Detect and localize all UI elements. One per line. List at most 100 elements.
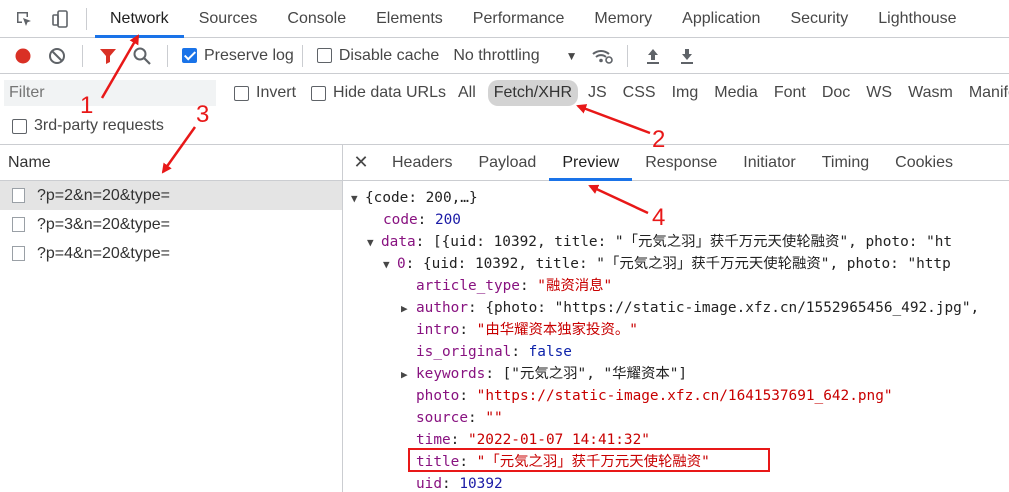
json-line-photo: photo: "https://static-image.xfz.cn/1641… xyxy=(416,388,893,404)
json-line-author[interactable]: ▶ author: {photo: "https://static-image.x… xyxy=(401,297,979,319)
tab-performance[interactable]: Performance xyxy=(458,0,580,38)
json-line-item0[interactable]: ▼ 0: {uid: 10392, title: "「元気之羽」获千万元天使轮融资… xyxy=(383,253,951,275)
import-har-icon[interactable] xyxy=(636,39,670,73)
json-value: "" xyxy=(485,410,503,426)
json-key: 0 xyxy=(397,256,406,272)
json-key: keywords xyxy=(416,366,486,382)
request-row[interactable]: ?p=4&n=20&type= xyxy=(0,239,342,268)
json-line-source: source: "" xyxy=(416,410,503,426)
json-line-data[interactable]: ▼ data: [{uid: 10392, title: "「元気之羽」获千万元天… xyxy=(367,231,952,253)
devtools-top-tabbar: Network Sources Console Elements Perform… xyxy=(0,0,1009,38)
details-tabbar: ✕ Headers Payload Preview Response Initi… xyxy=(343,145,1009,181)
invert-checkbox[interactable]: Invert xyxy=(234,84,296,102)
checkbox-unchecked[interactable] xyxy=(234,85,249,101)
filter-type-css[interactable]: CSS xyxy=(615,81,664,105)
json-key: source xyxy=(416,410,468,426)
device-toolbar-icon[interactable] xyxy=(42,0,78,38)
preserve-log-label: Preserve log xyxy=(204,46,294,64)
filter-type-img[interactable]: Img xyxy=(664,81,707,105)
inspect-element-icon[interactable] xyxy=(6,0,42,38)
tab-timing[interactable]: Timing xyxy=(809,145,882,181)
close-icon[interactable]: ✕ xyxy=(343,152,379,173)
throttling-select[interactable]: No throttling ▼ xyxy=(453,47,577,65)
file-icon xyxy=(12,188,25,203)
tab-security[interactable]: Security xyxy=(775,0,863,38)
json-key: time xyxy=(416,432,451,448)
filter-type-all[interactable]: All xyxy=(450,81,484,105)
json-value: "融资消息" xyxy=(537,278,613,294)
name-column-header[interactable]: Name xyxy=(0,145,342,181)
disable-cache-label: Disable cache xyxy=(338,46,440,64)
request-name: ?p=4&n=20&type= xyxy=(37,244,171,262)
disable-cache-checkbox[interactable]: Disable cache xyxy=(316,46,440,65)
tab-response[interactable]: Response xyxy=(632,145,730,181)
tab-memory[interactable]: Memory xyxy=(579,0,667,38)
expand-triangle-icon[interactable]: ▶ xyxy=(401,364,416,386)
annotation-3: 3 xyxy=(196,101,210,128)
filter-type-font[interactable]: Font xyxy=(766,81,814,105)
json-summary: {photo: "https://static-image.xfz.cn/155… xyxy=(485,300,980,316)
checkbox-unchecked[interactable] xyxy=(311,85,327,101)
tab-headers[interactable]: Headers xyxy=(379,145,465,181)
filter-type-manifest[interactable]: Manifest xyxy=(961,81,1009,105)
record-button[interactable] xyxy=(6,39,40,73)
tab-application[interactable]: Application xyxy=(667,0,775,38)
tab-lighthouse[interactable]: Lighthouse xyxy=(863,0,971,38)
json-line-article-type: article_type: "融资消息" xyxy=(416,278,613,294)
hide-data-urls-label: Hide data URLs xyxy=(333,84,446,101)
request-row[interactable]: ?p=2&n=20&type= xyxy=(0,181,342,210)
filter-input[interactable] xyxy=(4,80,216,106)
json-value: "由华耀资本独家投资。" xyxy=(476,322,638,338)
expand-triangle-icon[interactable]: ▼ xyxy=(351,188,365,210)
filter-type-ws[interactable]: WS xyxy=(858,81,900,105)
json-value: "https://static-image.xfz.cn/1641537691_… xyxy=(476,388,893,404)
invert-label: Invert xyxy=(256,84,297,101)
separator xyxy=(627,44,629,67)
tab-initiator[interactable]: Initiator xyxy=(730,145,808,181)
network-conditions-icon[interactable] xyxy=(585,39,619,73)
filter-type-media[interactable]: Media xyxy=(706,81,766,105)
search-icon[interactable] xyxy=(125,39,159,73)
annotation-1: 1 xyxy=(80,92,94,119)
file-icon xyxy=(12,246,25,261)
expand-triangle-icon[interactable]: ▼ xyxy=(383,254,397,276)
tab-payload[interactable]: Payload xyxy=(465,145,549,181)
json-line-is-original: is_original: false xyxy=(416,344,572,360)
export-har-icon[interactable] xyxy=(670,39,704,73)
checkbox-unchecked[interactable] xyxy=(12,118,27,134)
tab-elements[interactable]: Elements xyxy=(361,0,458,38)
clear-icon[interactable] xyxy=(40,39,74,73)
network-toolbar: Preserve log Disable cache No throttling… xyxy=(0,38,1009,74)
third-party-row: 3rd-party requests xyxy=(0,111,1009,141)
json-root-line[interactable]: ▼ {code: 200,…} xyxy=(351,187,478,209)
filter-type-fetch-xhr[interactable]: Fetch/XHR xyxy=(487,80,578,106)
preserve-log-checkbox[interactable]: Preserve log xyxy=(182,47,294,65)
filter-type-wasm[interactable]: Wasm xyxy=(900,81,961,105)
tab-cookies[interactable]: Cookies xyxy=(882,145,966,181)
expand-triangle-icon[interactable]: ▶ xyxy=(401,298,416,320)
tab-console[interactable]: Console xyxy=(272,0,361,38)
chevron-down-icon: ▼ xyxy=(565,48,578,63)
json-line-code: code: 200 xyxy=(383,212,461,228)
tab-sources[interactable]: Sources xyxy=(184,0,273,38)
filter-type-doc[interactable]: Doc xyxy=(814,81,858,105)
json-key: data xyxy=(381,234,416,250)
checkbox-unchecked[interactable] xyxy=(316,48,332,63)
expand-triangle-icon[interactable]: ▼ xyxy=(367,232,381,254)
highlight-box xyxy=(408,448,770,472)
tab-preview[interactable]: Preview xyxy=(549,145,633,181)
filter-icon[interactable] xyxy=(91,39,125,73)
json-line-keywords[interactable]: ▶ keywords: ["元気之羽", "华耀资本"] xyxy=(401,363,687,385)
filter-row: Invert Hide data URLs All Fetch/XHR JS C… xyxy=(0,75,1009,111)
third-party-label: 3rd-party requests xyxy=(34,117,164,134)
tab-network[interactable]: Network xyxy=(95,0,184,38)
json-value: 10392 xyxy=(459,476,503,492)
file-icon xyxy=(12,217,25,232)
request-row[interactable]: ?p=3&n=20&type= xyxy=(0,210,342,239)
checkbox-checked[interactable] xyxy=(182,48,197,63)
annotation-4: 4 xyxy=(652,204,666,231)
filter-type-js[interactable]: JS xyxy=(580,81,615,105)
json-key: article_type xyxy=(416,278,520,294)
hide-data-urls-checkbox[interactable]: Hide data URLs xyxy=(311,84,446,102)
json-root-summary: {code: 200,…} xyxy=(365,190,478,206)
